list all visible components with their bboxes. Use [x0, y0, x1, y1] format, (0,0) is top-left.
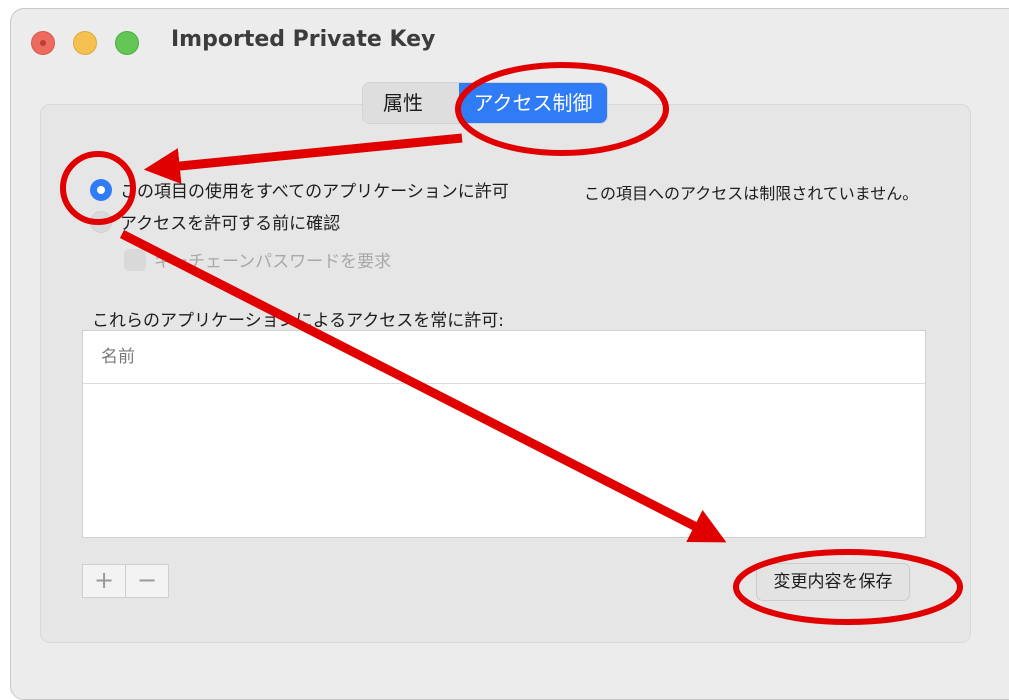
add-app-button[interactable]: +	[83, 565, 125, 597]
minimize-button[interactable]	[73, 31, 97, 55]
access-status-label: この項目へのアクセスは制限されていません。	[584, 184, 919, 203]
allow-all-option[interactable]: この項目の使用をすべてのアプリケーションに許可	[90, 177, 509, 202]
close-button[interactable]	[31, 31, 55, 55]
access-status-text: この項目へのアクセスは制限されていません。	[584, 180, 918, 204]
add-remove-control: + −	[82, 564, 169, 598]
zoom-button[interactable]	[115, 31, 139, 55]
tab-attributes[interactable]: 属性	[363, 83, 459, 123]
column-header-name[interactable]: 名前	[83, 331, 925, 384]
always-allow-label: これらのアプリケーションによるアクセスを常に許可:	[92, 311, 505, 331]
save-changes-button[interactable]: 変更内容を保存	[756, 563, 910, 601]
tab-access-control[interactable]: アクセス制御	[459, 83, 607, 123]
require-password-option: キーチェーンパスワードを要求	[124, 247, 391, 272]
window-title: Imported Private Key	[171, 27, 436, 52]
tab-bar: 属性 アクセス制御	[362, 82, 608, 124]
allow-all-radio[interactable]	[90, 178, 112, 201]
allowed-apps-table[interactable]: 名前	[82, 330, 926, 538]
always-allow-heading: これらのアプリケーションによるアクセスを常に許可:	[92, 306, 504, 331]
require-password-checkbox	[124, 248, 146, 271]
confirm-before-option[interactable]: アクセスを許可する前に確認	[90, 209, 340, 234]
allow-all-label: この項目の使用をすべてのアプリケーションに許可	[120, 182, 509, 202]
confirm-before-radio[interactable]	[90, 210, 112, 233]
title-bar: Imported Private Key	[11, 9, 1009, 69]
require-password-label: キーチェーンパスワードを要求	[154, 252, 392, 272]
remove-app-button[interactable]: −	[125, 565, 168, 597]
confirm-before-label: アクセスを許可する前に確認	[120, 214, 341, 234]
